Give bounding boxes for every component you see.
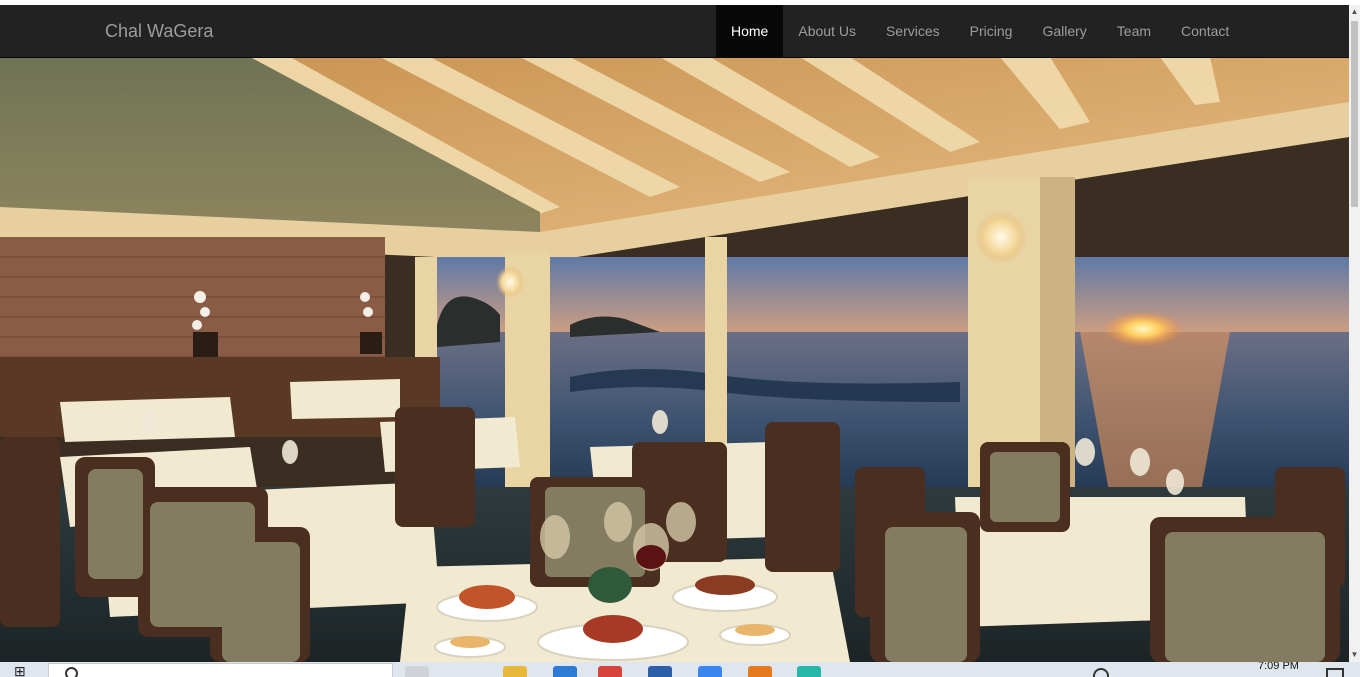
start-windows-icon[interactable]: ⊞ <box>14 664 28 677</box>
word-icon[interactable] <box>648 666 672 677</box>
brand-logo[interactable]: Chal WaGera <box>105 5 213 57</box>
windows-taskbar: ⊞ 7:09 PM <box>0 662 1360 677</box>
notifications-icon[interactable] <box>1326 668 1344 677</box>
nav-pricing[interactable]: Pricing <box>955 5 1028 57</box>
restaurant-scene <box>0 57 1349 662</box>
vscode-icon[interactable] <box>553 666 577 677</box>
app-2-icon[interactable] <box>797 666 821 677</box>
chrome-icon[interactable] <box>598 666 622 677</box>
vertical-scrollbar[interactable]: ▲ ▼ <box>1349 5 1360 662</box>
scroll-up-arrow-icon[interactable]: ▲ <box>1349 5 1360 19</box>
nav-menu: Home About Us Services Pricing Gallery T… <box>716 5 1244 57</box>
taskbar-clock[interactable]: 7:09 PM <box>1258 662 1299 672</box>
search-icon <box>65 667 78 677</box>
network-icon[interactable] <box>1093 668 1109 677</box>
task-view-icon[interactable] <box>405 666 429 677</box>
nav-team[interactable]: Team <box>1102 5 1166 57</box>
taskbar-search-input[interactable] <box>48 663 393 677</box>
nav-services[interactable]: Services <box>871 5 955 57</box>
firefox-icon[interactable] <box>748 666 772 677</box>
app-icon[interactable] <box>698 666 722 677</box>
browser-viewport: Chal WaGera Home About Us Services Prici… <box>0 5 1349 662</box>
nav-about-us[interactable]: About Us <box>783 5 871 57</box>
scroll-thumb[interactable] <box>1351 21 1358 207</box>
file-explorer-icon[interactable] <box>503 666 527 677</box>
nav-home[interactable]: Home <box>716 5 784 57</box>
nav-contact[interactable]: Contact <box>1166 5 1244 57</box>
scroll-down-arrow-icon[interactable]: ▼ <box>1349 648 1360 662</box>
navbar: Chal WaGera Home About Us Services Prici… <box>0 5 1349 58</box>
hero-image <box>0 57 1349 662</box>
nav-gallery[interactable]: Gallery <box>1027 5 1101 57</box>
